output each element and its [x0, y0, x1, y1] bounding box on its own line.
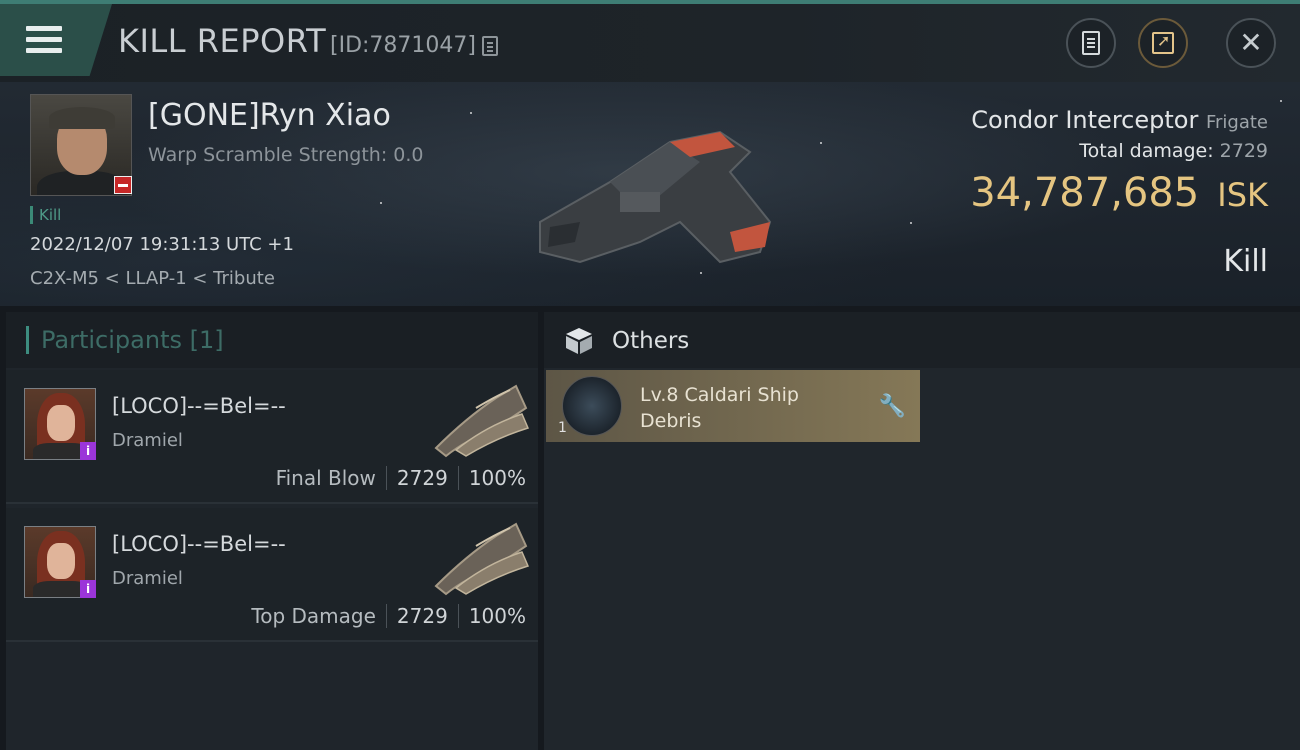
- notes-icon: [1082, 31, 1100, 55]
- others-title: Others: [612, 328, 690, 354]
- divider: [385, 604, 387, 628]
- cube-icon: [566, 328, 592, 354]
- copy-icon[interactable]: [482, 36, 498, 56]
- close-icon: ✕: [1239, 26, 1263, 59]
- participant-percent: 100%: [468, 466, 526, 490]
- participant-damage: 2729: [396, 466, 448, 490]
- info-icon[interactable]: i: [80, 442, 96, 460]
- total-damage-label: Total damage:: [1079, 140, 1214, 162]
- warp-scramble-strength: Warp Scramble Strength: 0.0: [148, 144, 424, 166]
- participants-header: Participants [1]: [6, 312, 538, 368]
- ship-name-text: Condor Interceptor: [971, 106, 1199, 134]
- kill-datetime: 2022/12/07 19:31:13 UTC +1: [30, 234, 294, 255]
- notes-button[interactable]: [1066, 18, 1116, 68]
- divider: [457, 604, 459, 628]
- report-id: [ID:7871047]: [330, 33, 476, 58]
- star-decoration: [910, 222, 912, 224]
- share-button[interactable]: [1138, 18, 1188, 68]
- kill-location: C2X-M5 < LLAP-1 < Tribute: [30, 268, 275, 289]
- kill-tag: Kill: [30, 206, 61, 224]
- participant-name: [LOCO]--=Bel=--: [112, 532, 286, 556]
- wrench-icon[interactable]: 🔧: [879, 394, 906, 419]
- item-thumbnail: [562, 376, 622, 436]
- item-name: Lv.8 Caldari Ship Debris: [640, 384, 799, 432]
- total-damage: Total damage: 2729: [1079, 140, 1268, 162]
- star-decoration: [470, 112, 472, 114]
- ship-class: Frigate: [1205, 112, 1268, 133]
- participant-row[interactable]: i [LOCO]--=Bel=-- Dramiel Final Blow 272…: [6, 370, 538, 504]
- loot-item-card[interactable]: 1 Lv.8 Caldari Ship Debris 🔧: [546, 370, 920, 442]
- participant-name: [LOCO]--=Bel=--: [112, 394, 286, 418]
- participants-title: Participants [1]: [26, 326, 224, 354]
- participant-damage: 2729: [396, 604, 448, 628]
- page-title: KILL REPORT: [118, 22, 327, 60]
- star-decoration: [820, 142, 822, 144]
- participant-ship: Dramiel: [112, 430, 183, 451]
- divider: [385, 466, 387, 490]
- participant-percent: 100%: [468, 604, 526, 628]
- participants-panel: Participants [1] i [LOCO]--=Bel=-- Drami…: [6, 312, 538, 750]
- isk-amount: 34,787,685: [970, 170, 1200, 216]
- info-icon[interactable]: i: [80, 580, 96, 598]
- participant-role: Final Blow: [275, 466, 376, 490]
- victim-name: [GONE]Ryn Xiao: [148, 98, 391, 133]
- others-header: Others: [544, 312, 1300, 368]
- ship-name: Condor Interceptor Frigate: [971, 106, 1268, 134]
- participant-ship: Dramiel: [112, 568, 183, 589]
- participant-row[interactable]: i [LOCO]--=Bel=-- Dramiel Top Damage 272…: [6, 508, 538, 642]
- divider: [457, 466, 459, 490]
- others-panel: Others 1 Lv.8 Caldari Ship Debris 🔧: [544, 312, 1300, 750]
- menu-icon: [26, 26, 62, 54]
- kill-result: Kill: [1223, 244, 1268, 279]
- star-decoration: [1280, 100, 1282, 102]
- item-quantity: 1: [558, 420, 567, 436]
- participant-role: Top Damage: [251, 604, 376, 628]
- close-button[interactable]: ✕: [1226, 18, 1276, 68]
- participant-stats: Top Damage 2729 100%: [251, 604, 526, 628]
- participant-ship-icon: [434, 522, 530, 596]
- share-icon: [1152, 31, 1174, 54]
- victim-ship-image: [539, 130, 772, 264]
- isk-value: 34,787,685 ISK: [970, 170, 1268, 216]
- minus-badge-icon: [114, 176, 132, 194]
- isk-unit: ISK: [1217, 176, 1268, 214]
- participant-ship-icon: [434, 384, 530, 458]
- participant-stats: Final Blow 2729 100%: [276, 466, 526, 490]
- star-decoration: [380, 202, 382, 204]
- total-damage-value: 2729: [1219, 140, 1268, 162]
- victim-banner: [GONE]Ryn Xiao Warp Scramble Strength: 0…: [0, 82, 1300, 306]
